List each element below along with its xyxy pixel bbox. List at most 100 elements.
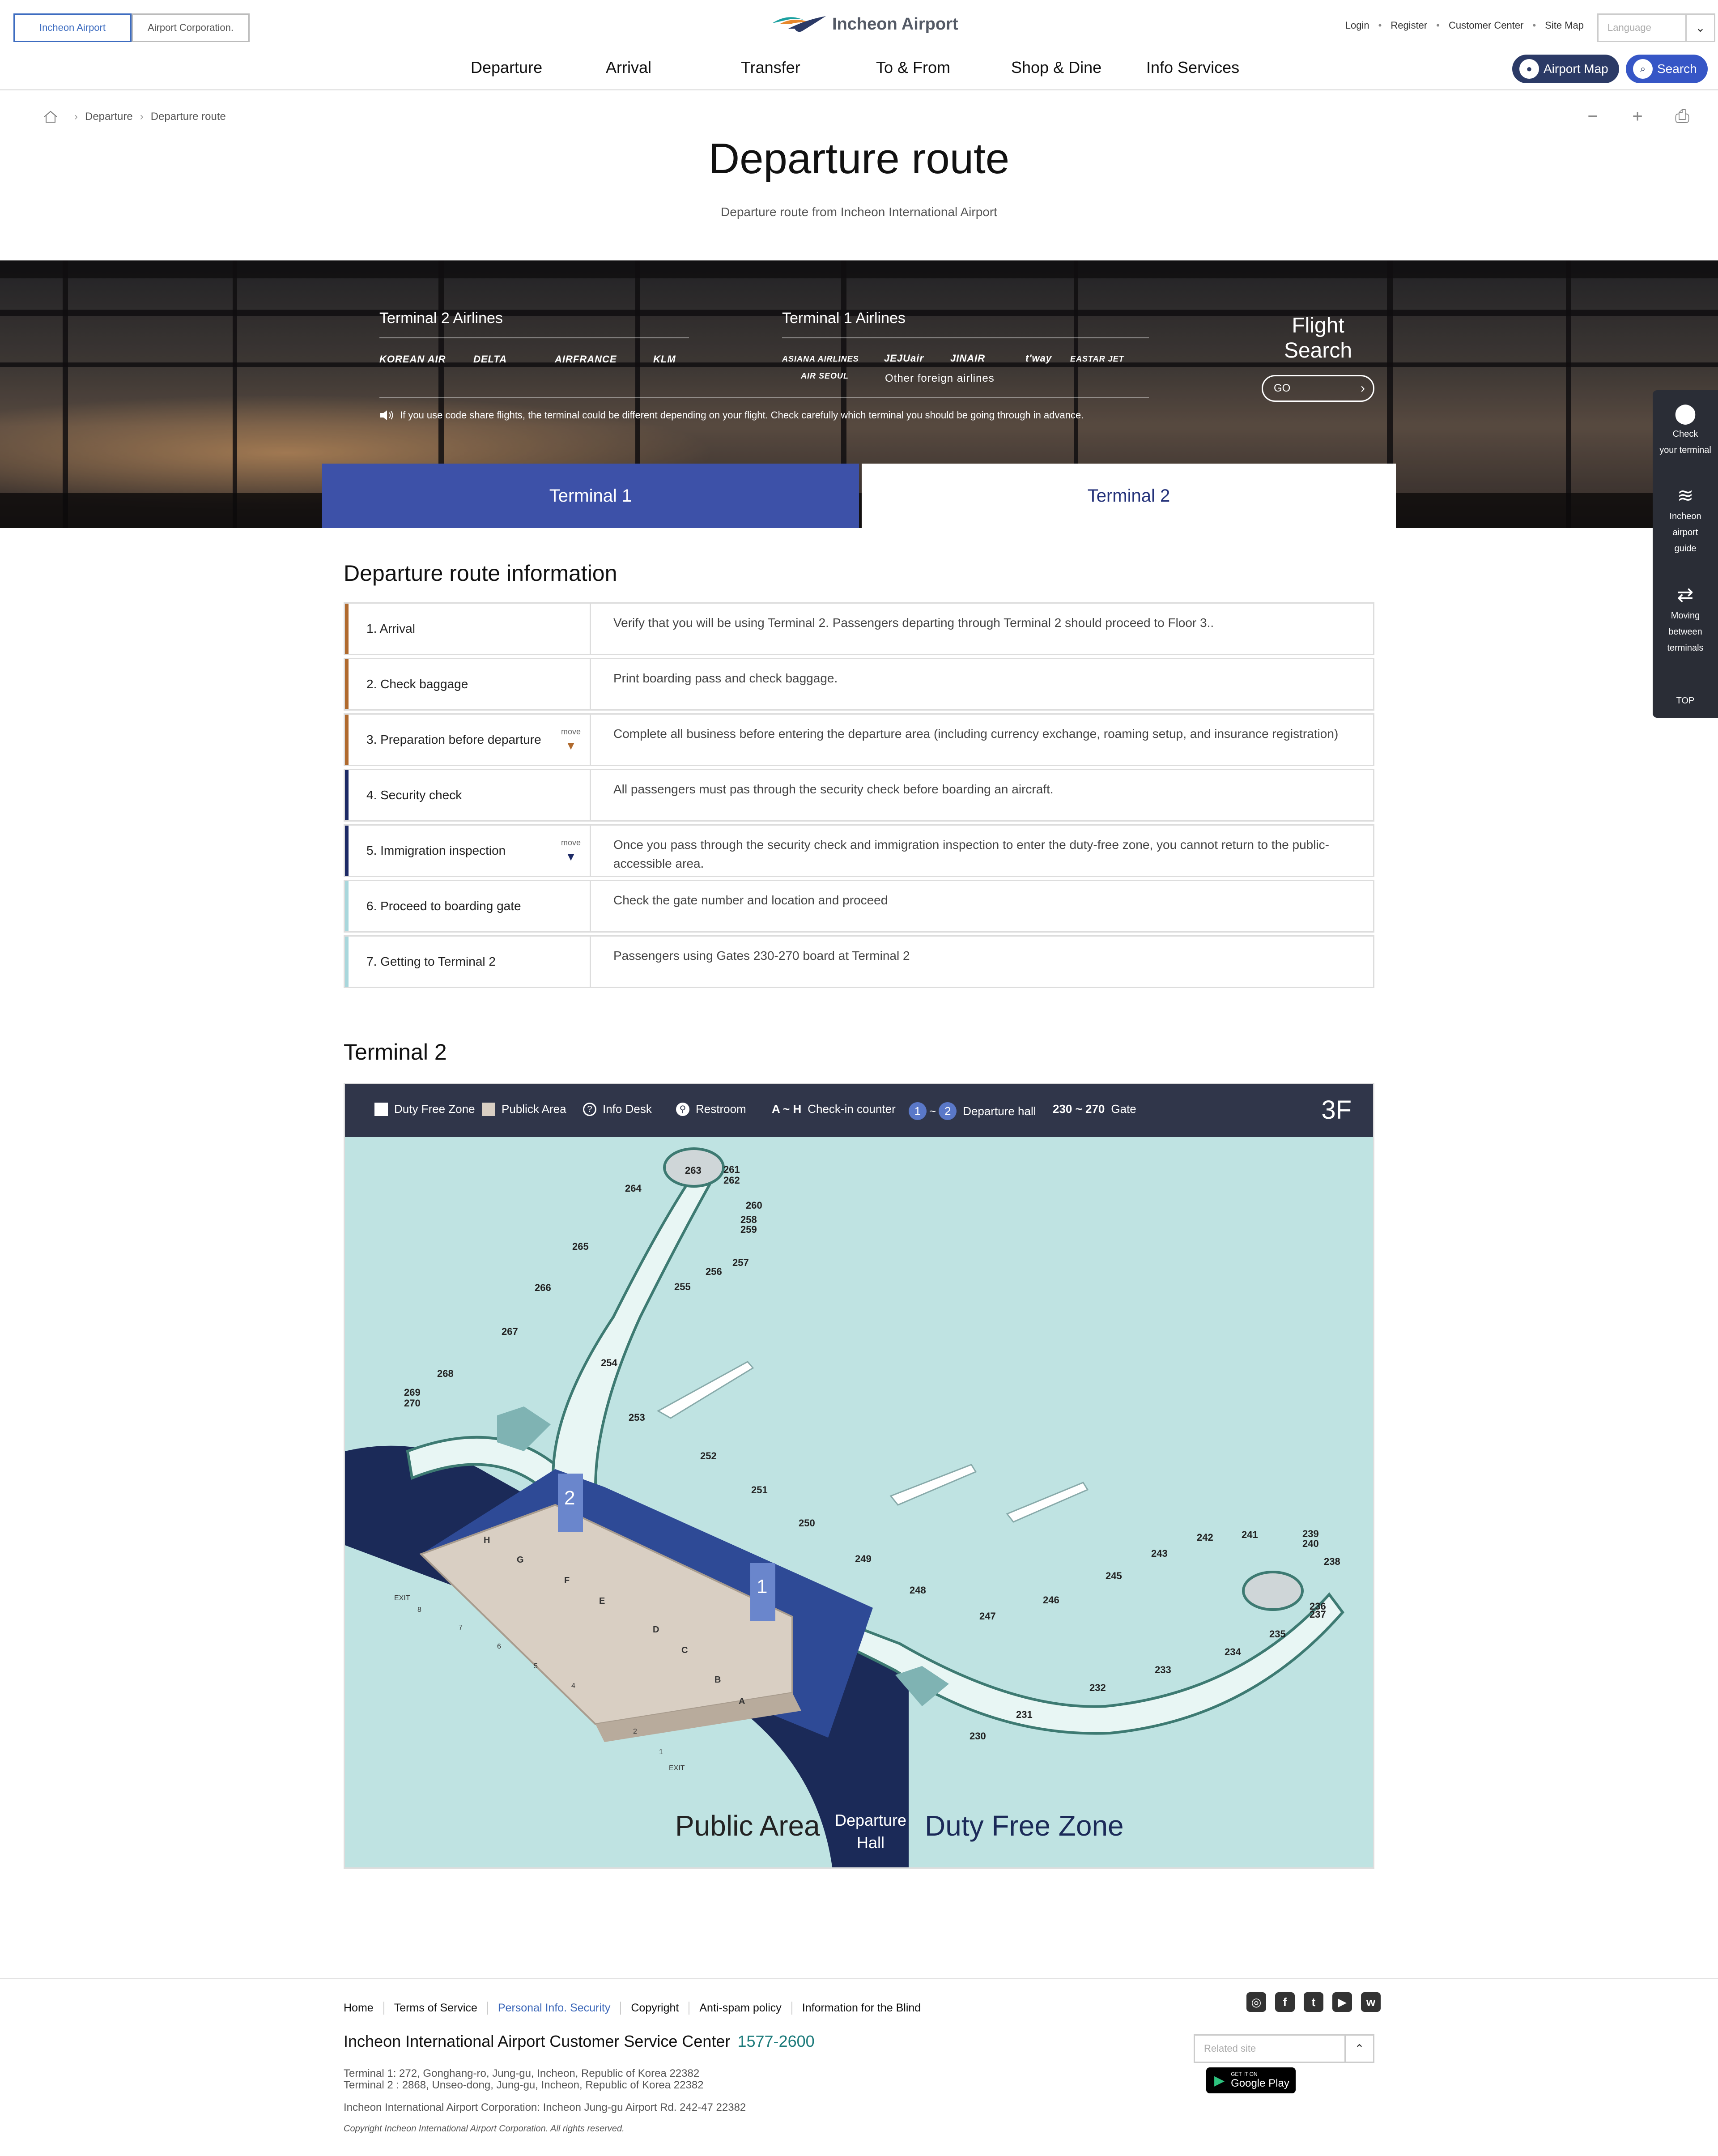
register-link[interactable]: Register <box>1391 20 1427 31</box>
gate-number: 256 <box>706 1266 722 1277</box>
search-button[interactable]: ⌕ Search <box>1626 55 1708 83</box>
print-icon[interactable]: ⎙ <box>1673 107 1691 126</box>
zoom-out-icon[interactable]: − <box>1584 107 1602 126</box>
nav-departure[interactable]: Departure <box>471 58 542 77</box>
asiana-logo[interactable]: ASIANA AIRLINES <box>782 354 859 364</box>
tab-terminal-2[interactable]: Terminal 2 <box>862 464 1396 528</box>
cs-phone[interactable]: 1577-2600 <box>737 2032 814 2050</box>
gate-number: 252 <box>700 1450 717 1461</box>
legend-label: Restroom <box>696 1102 746 1116</box>
related-site-select[interactable]: Related site ⌃ <box>1194 2034 1374 2063</box>
breadcrumb-current: Departure route <box>150 111 226 123</box>
gate-number: 261 <box>723 1164 740 1175</box>
breadcrumb-departure[interactable]: Departure <box>85 111 133 123</box>
chevron-right-icon: › <box>74 111 78 123</box>
klm-logo[interactable]: KLM <box>653 354 676 365</box>
gate-number: 233 <box>1155 1664 1171 1675</box>
airfrance-logo[interactable]: AIRFRANCE <box>555 354 617 365</box>
home-icon[interactable] <box>43 110 58 124</box>
nav-arrival[interactable]: Arrival <box>606 58 651 77</box>
t2-airlines-heading: Terminal 2 Airlines <box>379 310 503 327</box>
gate-number: 235 <box>1269 1628 1286 1640</box>
gate-number: 242 <box>1197 1532 1213 1543</box>
quick-label: Moving <box>1671 611 1700 621</box>
search-icon: ⌕ <box>1633 59 1653 79</box>
zoom-in-icon[interactable]: + <box>1629 107 1646 126</box>
nav-info-services[interactable]: Info Services <box>1146 58 1239 77</box>
tab-airport-corporation[interactable]: Airport Corporation. <box>132 13 250 42</box>
youtube-icon[interactable]: ▶ <box>1332 1992 1352 2012</box>
moving-terminals-button[interactable]: ⇄ Moving between terminals <box>1653 583 1718 656</box>
airport-map-label: Airport Map <box>1544 62 1608 76</box>
gate-number: 243 <box>1151 1548 1168 1559</box>
login-link[interactable]: Login <box>1345 20 1369 31</box>
footer-link-copyright[interactable]: Copyright <box>620 2002 689 2015</box>
korean-air-logo[interactable]: KOREAN AIR <box>379 354 446 365</box>
logo[interactable]: Incheon Airport <box>770 11 958 38</box>
move-button[interactable]: move ▼ <box>561 727 581 754</box>
other-foreign-airlines-link[interactable]: Other foreign airlines <box>885 372 995 385</box>
tway-logo[interactable]: t'way <box>1025 353 1052 364</box>
jinair-logo[interactable]: JINAIR <box>950 353 985 364</box>
nav-transfer[interactable]: Transfer <box>741 58 800 77</box>
top-button[interactable]: TOP <box>1653 693 1718 709</box>
public-swatch <box>482 1102 495 1116</box>
quick-label: airport <box>1672 528 1698 537</box>
quick-label: between <box>1668 627 1702 637</box>
legend-label: Info Desk <box>603 1102 652 1116</box>
footer-link-antispam[interactable]: Anti-spam policy <box>689 2002 791 2015</box>
facebook-icon[interactable]: f <box>1275 1992 1295 2012</box>
site-map-link[interactable]: Site Map <box>1545 20 1584 31</box>
counter-row-number: 1 <box>659 1748 663 1756</box>
footer-link-home[interactable]: Home <box>344 2002 383 2015</box>
tab-incheon-airport[interactable]: Incheon Airport <box>13 13 132 42</box>
nav-shop-dine[interactable]: Shop & Dine <box>1011 58 1101 77</box>
google-play-badge[interactable]: ▶ GET IT ON Google Play <box>1206 2067 1296 2093</box>
customer-center-link[interactable]: Customer Center <box>1449 20 1524 31</box>
google-play-small: GET IT ON <box>1231 2071 1258 2077</box>
weibo-icon[interactable]: w <box>1361 1992 1381 2012</box>
map-pin-icon: ● <box>1519 59 1539 79</box>
move-button[interactable]: move ▼ <box>561 838 581 865</box>
google-play-label: Google Play <box>1231 2077 1289 2089</box>
legend-label: Gate <box>1111 1102 1136 1116</box>
departure-hall-label: Departure Hall <box>833 1809 909 1854</box>
chevron-right-icon: › <box>1361 381 1365 396</box>
tab-terminal-1[interactable]: Terminal 1 <box>322 464 859 528</box>
footer-link-terms[interactable]: Terms of Service <box>383 2002 487 2015</box>
nav-to-from[interactable]: To & From <box>876 58 950 77</box>
footer-link-blind[interactable]: Information for the Blind <box>791 2002 931 2015</box>
airport-guide-button[interactable]: ≋ Incheon airport guide <box>1653 483 1718 557</box>
checkin-counter-label: F <box>564 1576 570 1585</box>
check-terminal-button[interactable]: ⬤ Check your terminal <box>1653 401 1718 458</box>
jejuair-logo[interactable]: JEJUair <box>884 353 924 364</box>
go-button[interactable]: GO › <box>1262 375 1374 402</box>
gate-number: 238 <box>1324 1556 1340 1567</box>
legend-public: Publick Area <box>482 1102 566 1116</box>
delta-logo[interactable]: DELTA <box>473 354 507 365</box>
footer-link-privacy[interactable]: Personal Info. Security <box>487 2002 621 2015</box>
checkin-counter-label: G <box>517 1555 524 1565</box>
airport-map-button[interactable]: ● Airport Map <box>1512 55 1619 83</box>
search-label: Search <box>1657 62 1697 76</box>
instagram-icon[interactable]: ◎ <box>1246 1992 1266 2012</box>
airline-banner <box>0 260 1718 528</box>
airseoul-logo[interactable]: AIR SEOUL <box>801 371 849 381</box>
exit-label: EXIT <box>394 1594 410 1602</box>
gate-number: 262 <box>723 1175 740 1186</box>
triangle-down-icon: ▼ <box>565 850 577 863</box>
counter-row-number: 2 <box>633 1728 637 1735</box>
breadcrumb: › Departure › Departure route <box>43 110 226 124</box>
language-select[interactable]: Language ⌄ <box>1597 13 1715 42</box>
customer-service: Incheon International Airport Customer S… <box>344 2032 815 2051</box>
hall-badge: 2 <box>939 1102 957 1120</box>
gate-number: 268 <box>437 1368 454 1379</box>
duty-free-zone-label: Duty Free Zone <box>925 1810 1124 1842</box>
social-links: ◎ f t ▶ w <box>1237 1992 1381 2012</box>
eastarjet-logo[interactable]: EASTAR JET <box>1070 354 1124 364</box>
twitter-icon[interactable]: t <box>1304 1992 1323 2012</box>
counter-row-number: 6 <box>497 1643 501 1650</box>
gate-number: 230 <box>970 1730 986 1742</box>
public-area-label: Public Area <box>675 1810 820 1842</box>
counter-row-number: 4 <box>571 1682 575 1690</box>
